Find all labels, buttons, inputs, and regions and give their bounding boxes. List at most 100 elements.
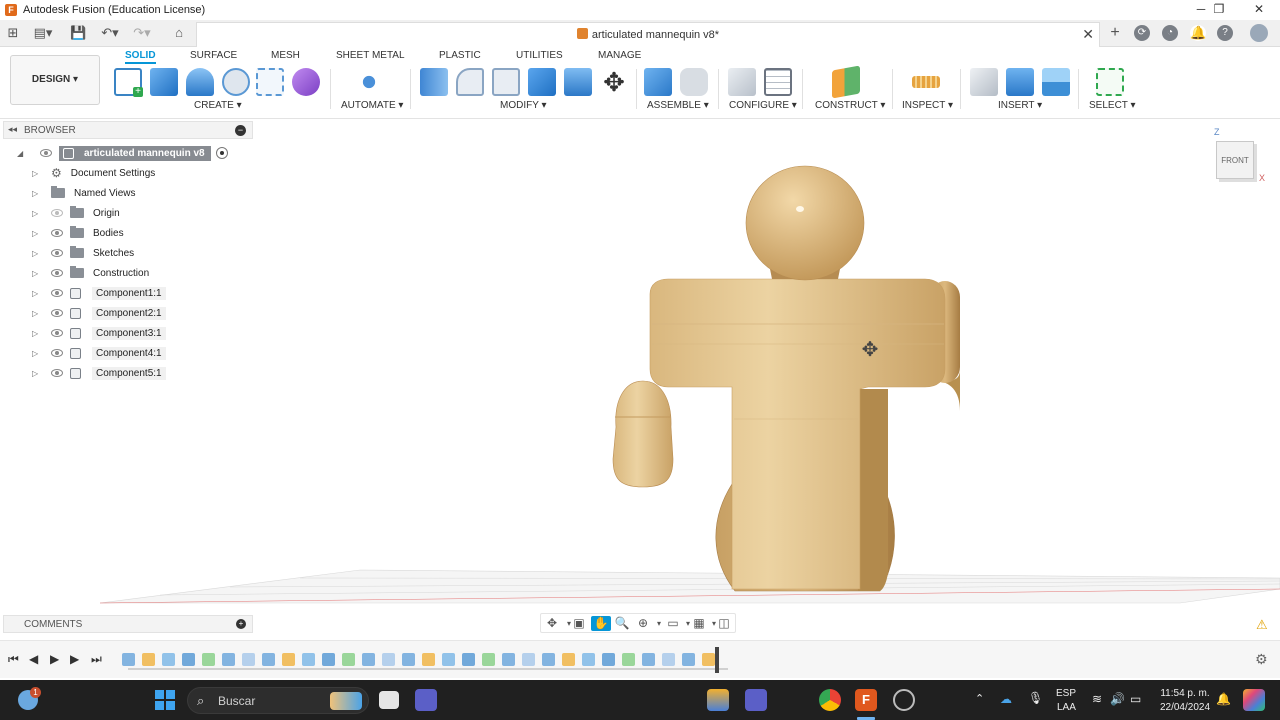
- group-select[interactable]: SELECT ▾: [1089, 100, 1136, 111]
- windows-start-icon[interactable]: [155, 690, 175, 710]
- expand-triangle-icon[interactable]: ▷: [32, 229, 41, 238]
- tab-mesh[interactable]: MESH: [271, 50, 300, 61]
- expand-triangle-icon[interactable]: ▷: [32, 289, 41, 298]
- expand-triangle-icon[interactable]: ▷: [32, 209, 41, 218]
- model-scene[interactable]: ✥: [0, 119, 1280, 639]
- timeline-settings-icon[interactable]: ⚙: [1255, 651, 1268, 668]
- language-indicator[interactable]: ESP: [1056, 688, 1076, 699]
- visibility-eye-icon[interactable]: [51, 269, 63, 277]
- taskbar-time[interactable]: 11:54 p. m.: [1156, 688, 1214, 699]
- group-automate[interactable]: AUTOMATE ▾: [341, 100, 403, 111]
- browser-item-sketches[interactable]: ▷ Sketches: [32, 245, 134, 261]
- timeline-feature-icon[interactable]: [222, 653, 235, 666]
- timeline-feature-icon[interactable]: [142, 653, 155, 666]
- battery-icon[interactable]: ▭: [1130, 692, 1141, 706]
- timeline-feature-icon[interactable]: [362, 653, 375, 666]
- timeline-feature-icon[interactable]: [202, 653, 215, 666]
- display-settings-icon[interactable]: ▭: [665, 616, 681, 631]
- arm-component[interactable]: [612, 380, 674, 488]
- timeline-feature-icon[interactable]: [522, 653, 535, 666]
- look-at-icon[interactable]: ▣: [571, 616, 587, 631]
- app-grid-icon[interactable]: ⊞: [6, 24, 20, 42]
- obs-icon[interactable]: [893, 689, 915, 711]
- timeline-marker[interactable]: [715, 647, 719, 673]
- new-component-icon[interactable]: [644, 68, 672, 96]
- timeline-feature-icon[interactable]: [242, 653, 255, 666]
- move-copy-icon[interactable]: ✥: [600, 68, 628, 96]
- tab-utilities[interactable]: UTILITIES: [516, 50, 563, 61]
- close-window-button[interactable]: ✕: [1241, 0, 1277, 20]
- timeline-feature-icon[interactable]: [342, 653, 355, 666]
- chamfer-icon[interactable]: [492, 68, 520, 96]
- onedrive-icon[interactable]: ☁: [1000, 692, 1012, 706]
- microphone-icon[interactable]: 🎙: [1028, 691, 1043, 705]
- offset-plane-icon[interactable]: [832, 65, 860, 99]
- save-icon[interactable]: 💾: [70, 24, 86, 42]
- notification-bell-icon[interactable]: 🔔: [1216, 692, 1231, 706]
- activate-radio-icon[interactable]: [215, 147, 228, 159]
- pattern-icon[interactable]: [256, 68, 284, 96]
- press-pull-icon[interactable]: [420, 68, 448, 96]
- insert-derive-icon[interactable]: [970, 68, 998, 96]
- undo-icon[interactable]: ↶▾: [98, 24, 122, 42]
- split-body-icon[interactable]: [564, 68, 592, 96]
- timeline-feature-icon[interactable]: [382, 653, 395, 666]
- browser-item-origin[interactable]: ▷ Origin: [32, 205, 120, 221]
- group-assemble[interactable]: ASSEMBLE ▾: [647, 100, 709, 111]
- timeline-feature-icon[interactable]: [642, 653, 655, 666]
- timeline-forward-icon[interactable]: ▶: [70, 652, 79, 666]
- redo-icon[interactable]: ↷▾: [130, 24, 154, 42]
- canvas-viewport[interactable]: ✥ Z X FRONT: [0, 119, 1280, 639]
- expand-triangle-icon[interactable]: ▷: [32, 189, 41, 198]
- viewcube-front-face[interactable]: FRONT: [1216, 141, 1254, 179]
- timeline-end-icon[interactable]: ⏭: [91, 652, 102, 667]
- help-icon[interactable]: ?: [1217, 25, 1233, 41]
- timeline-feature-icon[interactable]: [282, 653, 295, 666]
- timeline-feature-icon[interactable]: [662, 653, 675, 666]
- task-view-icon[interactable]: [379, 691, 399, 709]
- timeline-feature-icon[interactable]: [702, 653, 715, 666]
- copilot-icon[interactable]: [707, 689, 729, 711]
- measure-icon[interactable]: [912, 76, 940, 88]
- file-menu-icon[interactable]: ▤▾: [32, 24, 54, 42]
- group-configure[interactable]: CONFIGURE ▾: [729, 100, 797, 111]
- visibility-eye-icon[interactable]: [51, 369, 63, 377]
- browser-root-node[interactable]: ◢ articulated mannequin v8: [17, 145, 228, 161]
- timeline-feature-icon[interactable]: [402, 653, 415, 666]
- timeline-feature-icon[interactable]: [582, 653, 595, 666]
- timeline-back-icon[interactable]: ◀: [29, 652, 38, 666]
- timeline-feature-icon[interactable]: [562, 653, 575, 666]
- visibility-eye-icon[interactable]: [51, 309, 63, 317]
- revolve-icon[interactable]: [186, 68, 214, 96]
- browser-item-named-views[interactable]: ▷ Named Views: [32, 185, 136, 201]
- expand-triangle-icon[interactable]: ▷: [32, 329, 41, 338]
- timeline-feature-icon[interactable]: [122, 653, 135, 666]
- taskbar-search-input[interactable]: ⌕ Buscar: [187, 687, 369, 714]
- warning-icon[interactable]: ⚠: [1256, 617, 1268, 633]
- hole-icon[interactable]: [222, 68, 250, 96]
- timeline-feature-icon[interactable]: [162, 653, 175, 666]
- wifi-icon[interactable]: ≋: [1092, 692, 1102, 706]
- collapse-triangle-icon[interactable]: ◢: [17, 149, 26, 158]
- visibility-eye-icon[interactable]: [51, 229, 63, 237]
- visibility-eye-icon[interactable]: [51, 329, 63, 337]
- zoom-icon[interactable]: 🔍: [614, 616, 630, 631]
- close-tab-button[interactable]: ✕: [1082, 26, 1094, 43]
- visibility-eye-icon[interactable]: [40, 149, 52, 157]
- visibility-eye-icon[interactable]: [51, 289, 63, 297]
- fusion-taskbar-icon[interactable]: F: [855, 689, 877, 711]
- copilot-tray-icon[interactable]: [1243, 689, 1265, 711]
- browser-item-component5[interactable]: ▷ Component5:1: [32, 365, 166, 381]
- configuration-table-icon[interactable]: [764, 68, 792, 96]
- expand-triangle-icon[interactable]: ▷: [32, 249, 41, 258]
- configure-icon[interactable]: [728, 68, 756, 96]
- chrome-icon[interactable]: [819, 689, 841, 711]
- browser-item-component2[interactable]: ▷ Component2:1: [32, 305, 166, 321]
- browser-item-document-settings[interactable]: ▷ ⚙ Document Settings: [32, 165, 155, 181]
- timeline-feature-icon[interactable]: [462, 653, 475, 666]
- expand-triangle-icon[interactable]: ▷: [32, 269, 41, 278]
- tab-solid[interactable]: SOLID: [125, 50, 156, 64]
- orbit-icon[interactable]: ✥: [544, 616, 560, 631]
- browser-collapse-icon[interactable]: ◂◂: [8, 124, 17, 135]
- comments-panel-header[interactable]: COMMENTS +: [3, 615, 253, 633]
